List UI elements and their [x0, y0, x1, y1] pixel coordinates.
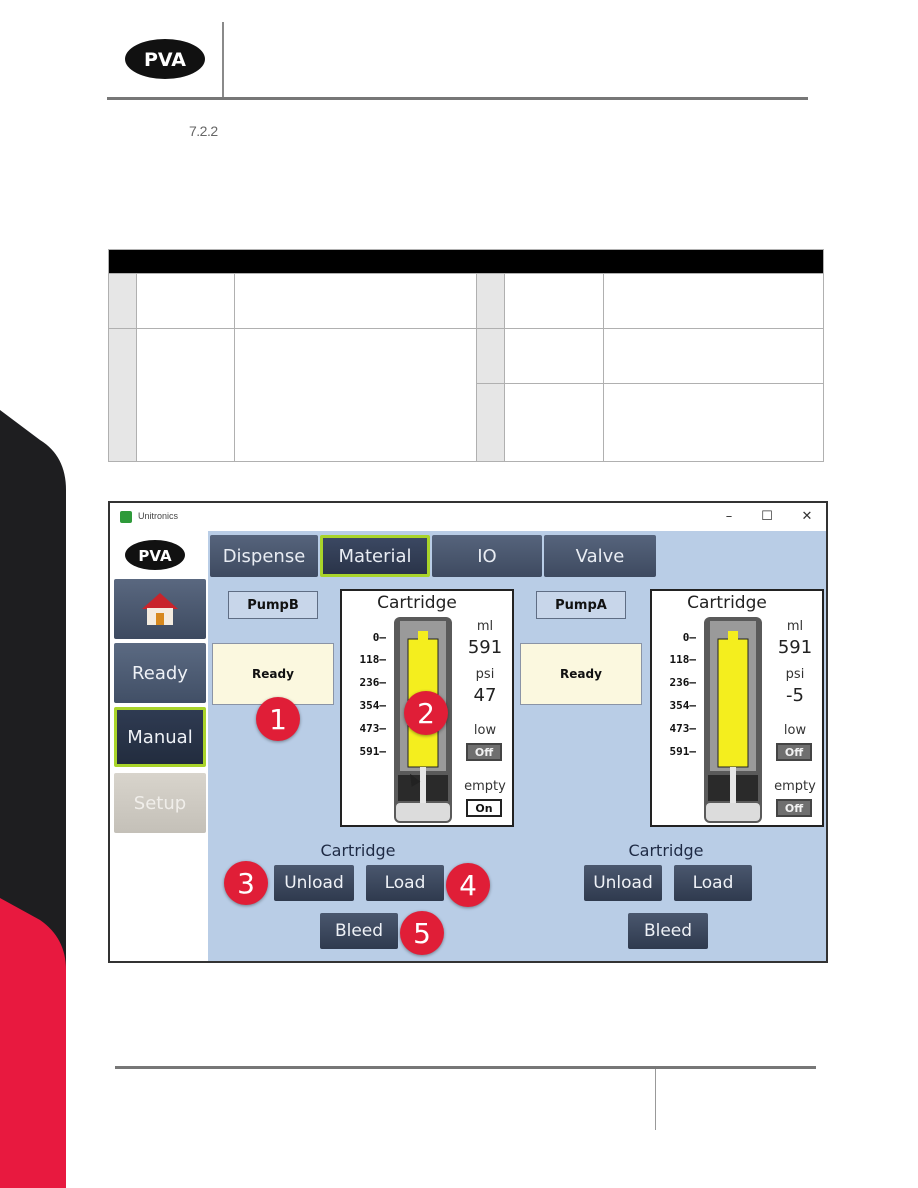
nav-ready-button[interactable]: Ready: [114, 643, 206, 703]
ml-label: ml: [786, 619, 804, 634]
maximize-button[interactable]: ☐: [754, 507, 780, 527]
row-name: [136, 328, 235, 462]
section-number: 7.2.2: [189, 123, 218, 139]
row-number: [476, 273, 505, 329]
tab-dispense[interactable]: Dispense: [210, 535, 318, 577]
app-logo-text: PVA: [138, 547, 172, 565]
scale-tick: 118–: [359, 653, 387, 666]
table-row: [108, 273, 824, 329]
row-name: [504, 383, 604, 462]
nav-sidebar: PVA Ready Manual Setup: [110, 531, 208, 961]
row-description: [234, 273, 477, 329]
tab-io[interactable]: IO: [432, 535, 542, 577]
pump-b-ops-label: Cartridge: [320, 841, 396, 860]
psi-value: -5: [786, 685, 804, 706]
empty-label: empty: [464, 779, 506, 794]
scale-tick: 591–: [359, 745, 387, 758]
row-number: [476, 383, 505, 462]
material-screen: Dispense Material IO Valve PumpB Ready C…: [208, 531, 826, 961]
scale-tick: 473–: [359, 722, 387, 735]
row-name: [136, 273, 235, 329]
row-number: [108, 273, 137, 329]
pump-a-bleed-button[interactable]: Bleed: [628, 913, 708, 949]
scale-tick: 354–: [359, 699, 387, 712]
cartridge-fill-level: [717, 638, 749, 768]
callout-4: 4: [446, 863, 490, 907]
app-window: Unitronics – ☐ ✕ PVA Ready Manual Setup …: [108, 501, 828, 963]
callout-3: 3: [224, 861, 268, 905]
close-button[interactable]: ✕: [794, 507, 820, 527]
row-name: [504, 273, 604, 329]
low-label: low: [783, 723, 807, 738]
header-divider: [107, 97, 808, 100]
title-bar: Unitronics – ☐ ✕: [110, 503, 826, 531]
scale-tick: 118–: [669, 653, 697, 666]
scale-tick: 0–: [682, 631, 696, 644]
empty-indicator: Off: [776, 799, 812, 817]
pump-b-bleed-button[interactable]: Bleed: [320, 913, 398, 949]
pump-a-unload-button[interactable]: Unload: [584, 865, 662, 901]
ml-value: 591: [467, 637, 503, 658]
callout-2: 2: [404, 691, 448, 735]
row-number: [476, 328, 505, 384]
cartridge-title: Cartridge: [377, 593, 457, 613]
cartridge-graphic: [704, 617, 762, 823]
row-description: [603, 328, 824, 384]
low-indicator: Off: [776, 743, 812, 761]
row-name: [504, 328, 604, 384]
callout-5: 5: [400, 911, 444, 955]
scale-tick: 0–: [372, 631, 386, 644]
low-indicator: Off: [466, 743, 502, 761]
pump-b-label: PumpB: [228, 591, 318, 619]
low-label: low: [473, 723, 497, 738]
header-divider-vertical: [222, 22, 224, 100]
row-description: [603, 273, 824, 329]
window-title: Unitronics: [138, 511, 179, 521]
table-header-bar: [108, 249, 824, 274]
side-decorative-band: [0, 400, 68, 1188]
pump-b-unload-button[interactable]: Unload: [274, 865, 354, 901]
app-icon: [120, 511, 132, 523]
table-row: [108, 328, 824, 462]
home-button[interactable]: [114, 579, 206, 639]
callout-table: [108, 249, 824, 462]
row-number: [108, 328, 137, 462]
app-logo: PVA: [124, 539, 186, 571]
pump-a-load-button[interactable]: Load: [674, 865, 752, 901]
psi-value: 47: [473, 685, 497, 706]
pva-logo-text: PVA: [144, 49, 186, 71]
pump-a-ops-label: Cartridge: [628, 841, 704, 860]
pump-b-status: Ready: [212, 643, 334, 705]
scale-tick: 236–: [359, 676, 387, 689]
tab-material[interactable]: Material: [320, 535, 430, 577]
empty-label: empty: [774, 779, 816, 794]
pump-b-load-button[interactable]: Load: [366, 865, 444, 901]
psi-label: psi: [475, 667, 495, 682]
footer-divider: [115, 1066, 816, 1069]
cartridge-title: Cartridge: [687, 593, 767, 613]
scale-tick: 236–: [669, 676, 697, 689]
callout-1: 1: [256, 697, 300, 741]
pump-a-label: PumpA: [536, 591, 626, 619]
row-description: [603, 383, 824, 462]
scale-tick: 354–: [669, 699, 697, 712]
scale-tick: 473–: [669, 722, 697, 735]
scale-tick: 591–: [669, 745, 697, 758]
ml-value: 591: [777, 637, 813, 658]
tab-valve[interactable]: Valve: [544, 535, 656, 577]
nav-manual-button[interactable]: Manual: [114, 707, 206, 767]
nav-setup-button[interactable]: Setup: [114, 773, 206, 833]
pump-a-status: Ready: [520, 643, 642, 705]
pva-logo: PVA: [124, 38, 206, 80]
empty-indicator: On: [466, 799, 502, 817]
minimize-button[interactable]: –: [716, 507, 742, 527]
ml-label: ml: [476, 619, 494, 634]
pump-a-cartridge-panel: Cartridge 0– 118– 236– 354– 473– 591– ml: [650, 589, 824, 827]
row-description: [234, 328, 477, 462]
footer-divider-vertical: [655, 1069, 656, 1130]
psi-label: psi: [785, 667, 805, 682]
home-icon: [142, 593, 178, 625]
